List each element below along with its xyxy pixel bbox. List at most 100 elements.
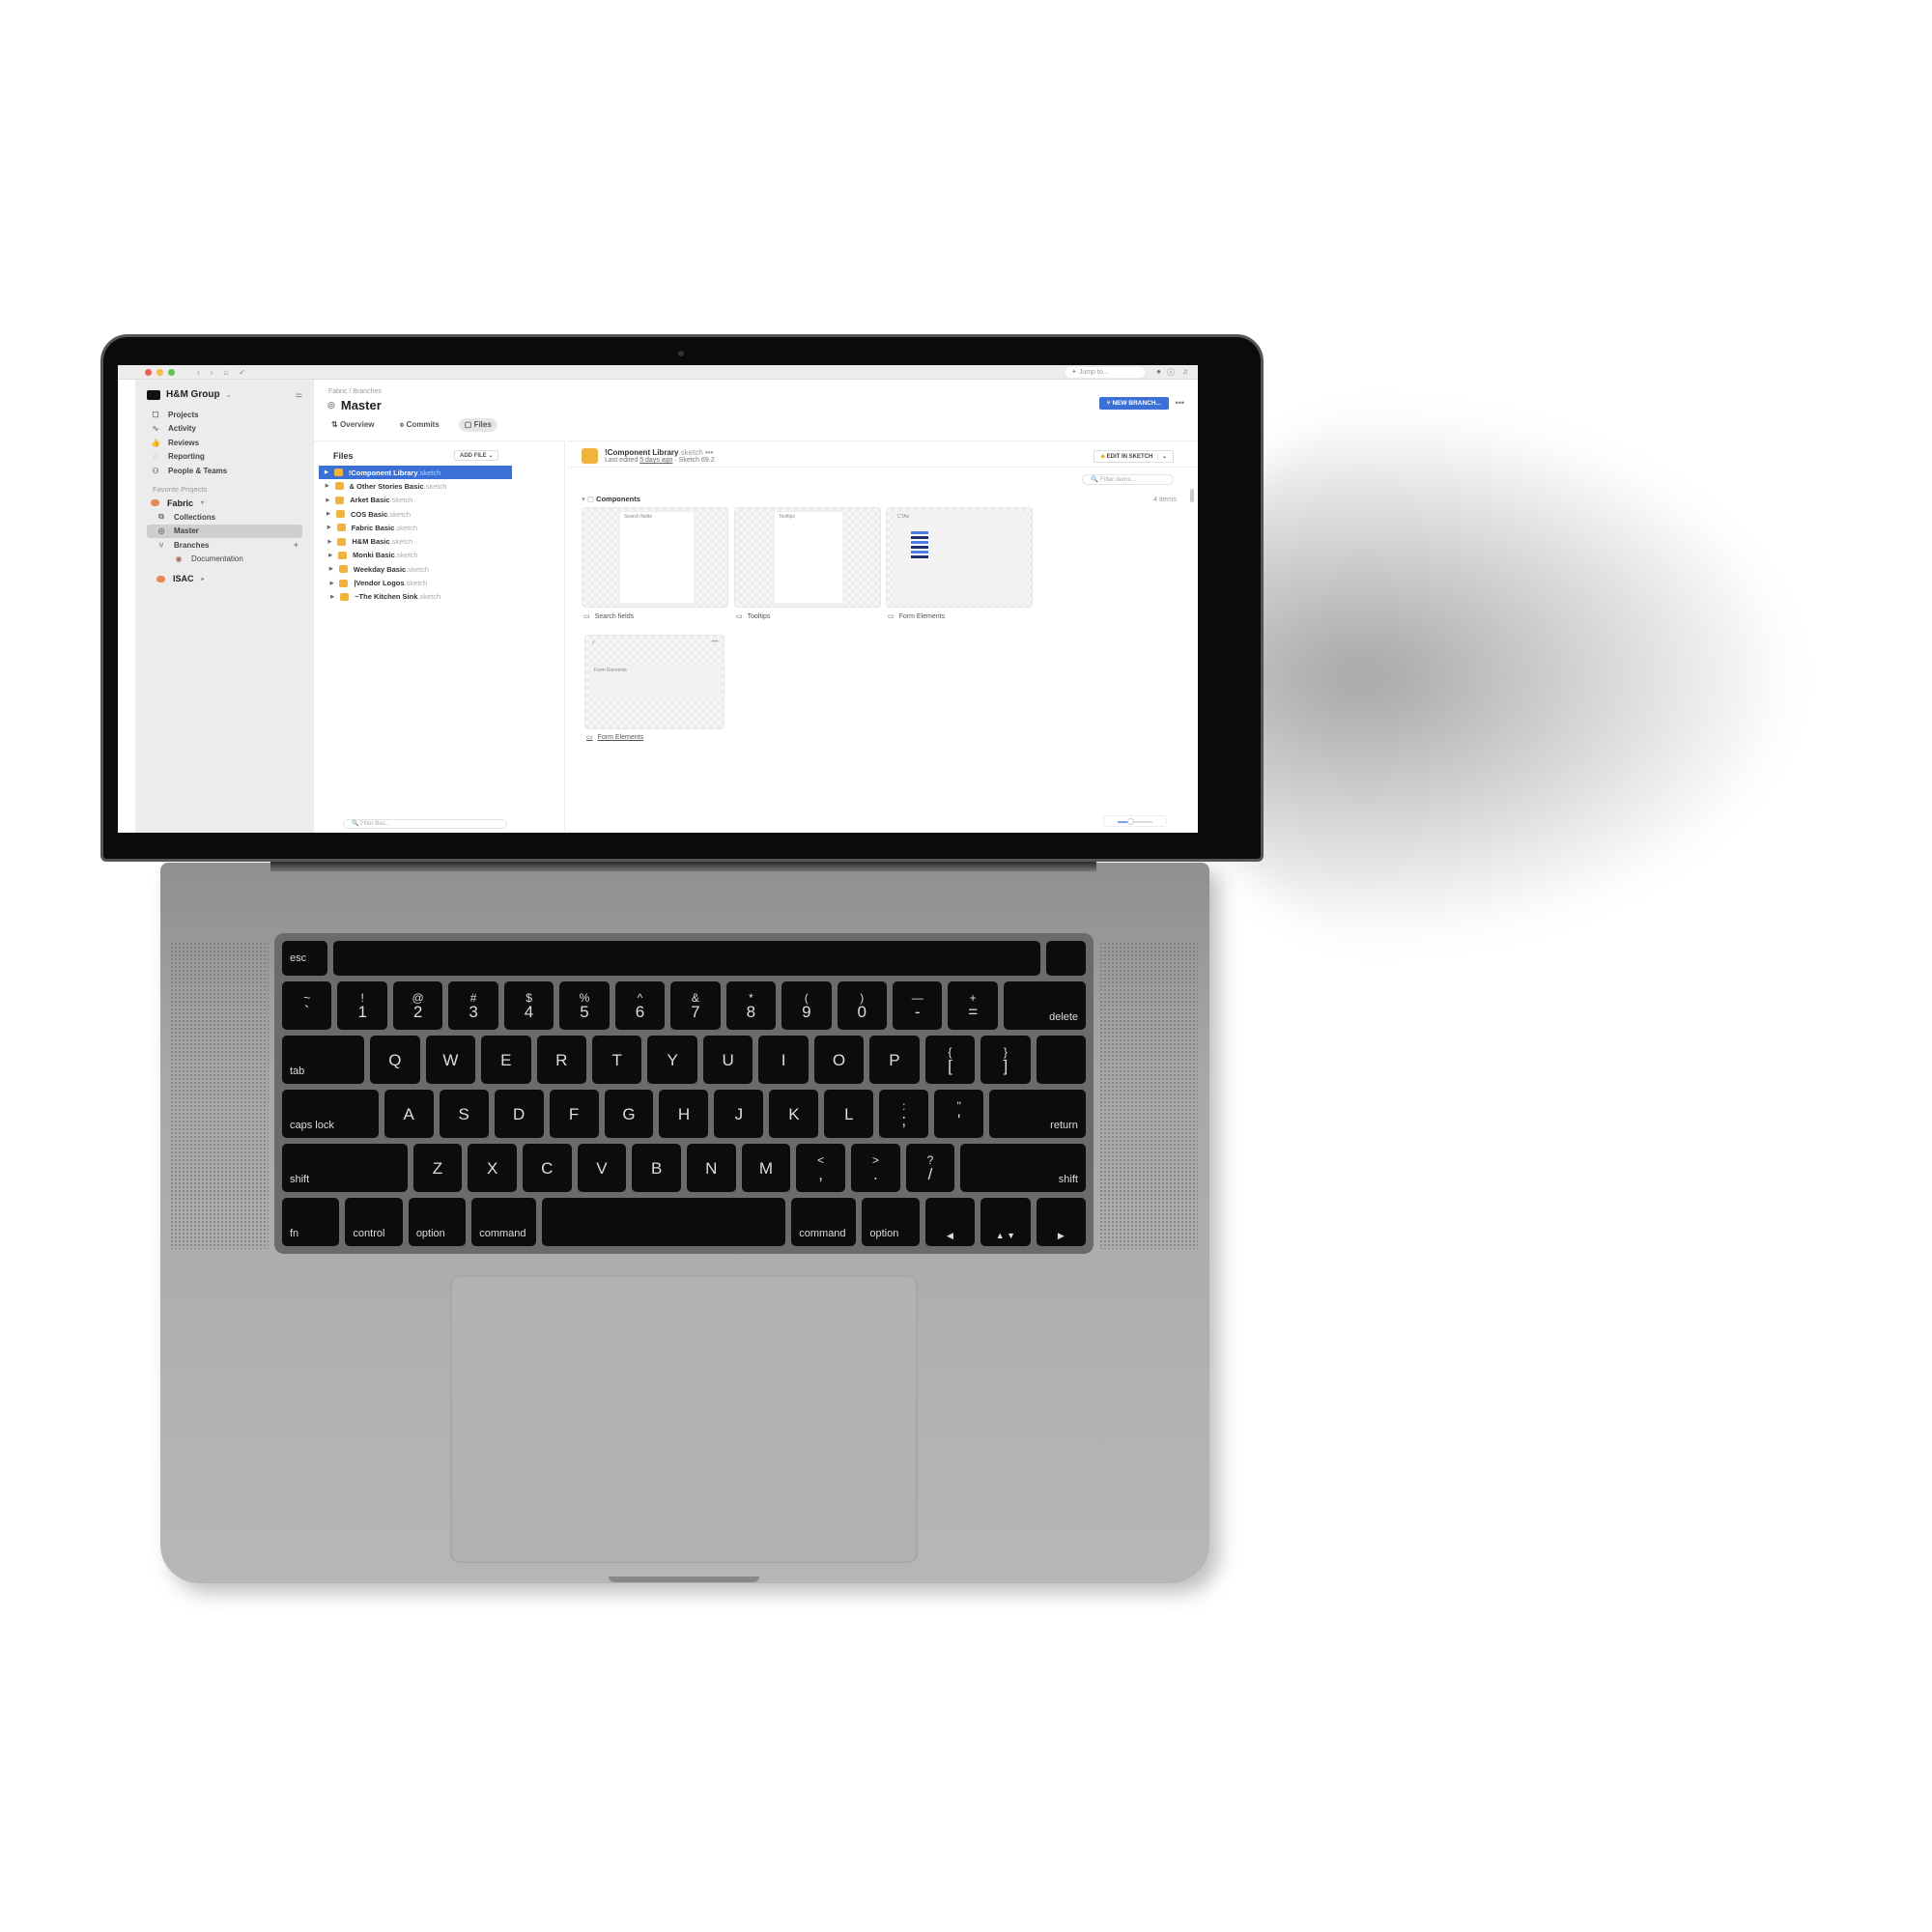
key[interactable]: (9 [781,981,832,1030]
key[interactable]: Q [370,1036,420,1084]
key[interactable]: ? / [905,1144,955,1192]
check-icon[interactable]: ✓ [591,639,596,646]
key[interactable]: >. [851,1144,900,1192]
key[interactable]: @2 [392,981,443,1030]
key[interactable]: W [425,1036,476,1084]
caret-right-icon[interactable]: ▶ [325,469,328,475]
key[interactable]: P [869,1036,920,1084]
thumb-label[interactable]: ▭ Search fields [583,612,634,621]
key[interactable] [333,941,1041,976]
thumb-ctas[interactable]: CTAs [886,507,1033,608]
more-icon[interactable]: ••• [712,639,718,645]
filter-files-input[interactable]: 🔍 Filter files... [343,819,507,829]
thumb-search-fields[interactable]: Search fields [582,507,728,608]
file-row[interactable]: ▶ H&M Basic.sketch [323,534,513,548]
settings-sliders-icon[interactable]: ⚌ [296,390,302,399]
scrollbar[interactable] [1190,489,1194,502]
jump-to-input[interactable]: ✦ Jump to... [1065,367,1145,378]
sidebar-item-activity[interactable]: ∿ Activity [147,422,302,437]
key[interactable]: esc [282,941,328,976]
caret-right-icon[interactable]: ▶ [330,594,334,600]
key[interactable]: shift [282,1144,408,1192]
key[interactable]: #3 [448,981,498,1030]
key[interactable]: fn [282,1198,340,1246]
avatar[interactable]: ● [1156,367,1161,376]
key[interactable]: Y [647,1036,697,1084]
key[interactable]: & 7 [670,981,721,1030]
key[interactable]: option [862,1198,920,1246]
file-row[interactable]: ▶ ~The Kitchen Sink.sketch [325,590,512,604]
bell-icon[interactable]: ♫ [1182,367,1188,376]
add-file-button[interactable]: ADD FILE ⌄ [454,450,499,461]
file-row[interactable]: ▶ Weekday Basic.sketch [324,562,512,576]
key[interactable]: tab [282,1036,365,1084]
file-row[interactable]: ▶ COS Basic.sketch [321,507,512,521]
thumb-tooltips[interactable]: Tooltips [734,507,881,608]
file-row[interactable]: ▶ Arket Basic.sketch [320,494,512,507]
key[interactable]: L [824,1090,874,1138]
key[interactable]: <, [796,1144,845,1192]
add-branch-icon[interactable]: + [294,540,302,550]
sidebar-item-branches[interactable]: ⑂ Branches + [147,538,302,553]
key[interactable]: ^ 6 [614,981,666,1030]
trackpad[interactable] [450,1275,918,1563]
new-branch-button[interactable]: ⑂ NEW BRANCH... [1098,397,1169,410]
key[interactable]: option [408,1198,467,1246]
key[interactable]: {[ [924,1036,976,1084]
key[interactable]: F [549,1090,599,1138]
key[interactable]: delete [1003,981,1087,1030]
minimize-button[interactable] [156,368,163,376]
key[interactable]: E [481,1036,531,1084]
thumb-form-elements[interactable]: ✓ ••• Form Elements [584,635,724,729]
edited-link[interactable]: 5 days ago [639,457,672,464]
key[interactable]: J [714,1090,764,1138]
key[interactable]: G [604,1090,654,1138]
key[interactable]: Z [412,1144,463,1192]
key[interactable]: ! 1 [337,981,387,1030]
key[interactable]: ▲ ▼ [980,1198,1031,1246]
key[interactable]: ◀ [924,1198,976,1246]
caret-right-icon[interactable]: ▶ [328,539,332,545]
key[interactable]: $4 [503,981,554,1030]
key[interactable]: H [659,1090,709,1138]
file-row[interactable]: ▶ & Other Stories Basic.sketch [320,479,512,493]
edit-in-sketch-button[interactable]: ◆ EDIT IN SKETCH ⌄ [1094,450,1174,463]
zoom-button[interactable] [168,368,175,376]
caret-right-icon[interactable]: ▶ [326,483,329,489]
caret-right-icon[interactable]: ▶ [326,497,329,503]
forward-icon[interactable]: › [211,368,213,377]
breadcrumb[interactable]: Fabric / Branches [328,388,382,395]
key[interactable] [1036,1036,1087,1084]
slider-handle[interactable] [1127,818,1134,825]
key[interactable]: ▶ [1036,1198,1086,1246]
sidebar-item-reporting[interactable]: ◌ Reporting [147,450,302,465]
key[interactable]: A [384,1090,434,1138]
key[interactable]: }] [980,1036,1031,1084]
key[interactable]: shift [960,1144,1086,1192]
caret-right-icon[interactable]: ▶ [329,566,333,572]
key[interactable]: command [471,1198,537,1246]
sidebar-item-reviews[interactable]: 👍 Reviews [147,436,302,450]
section-components[interactable]: ▾ ▢ Components 4 items [582,495,1177,503]
key[interactable]: K [769,1090,819,1138]
key[interactable]: C [522,1144,572,1192]
caret-right-icon[interactable]: ▶ [327,525,331,530]
key[interactable]: ) 0 [837,981,887,1030]
key[interactable]: B [632,1144,681,1192]
key[interactable]: — - [892,981,943,1030]
tab-overview[interactable]: ⇅ Overview [326,418,381,432]
thumb-label[interactable]: ▭ Form Elements [586,733,643,742]
key[interactable]: command [791,1198,857,1246]
caret-right-icon[interactable]: ▶ [327,511,330,517]
project-isac[interactable]: ISAC ▸ [147,572,302,586]
sync-icon[interactable]: ✓ [239,368,245,377]
key[interactable]: M [741,1144,791,1192]
more-icon[interactable]: ••• [705,448,713,457]
caret-right-icon[interactable]: ▶ [328,553,332,558]
key[interactable]: S [439,1090,489,1138]
more-icon[interactable]: ••• [1176,398,1184,408]
key[interactable] [542,1198,786,1246]
file-row[interactable]: ▶ Fabric Basic.sketch [322,521,512,534]
caret-right-icon[interactable]: ▶ [330,581,334,586]
key[interactable]: N [686,1144,736,1192]
